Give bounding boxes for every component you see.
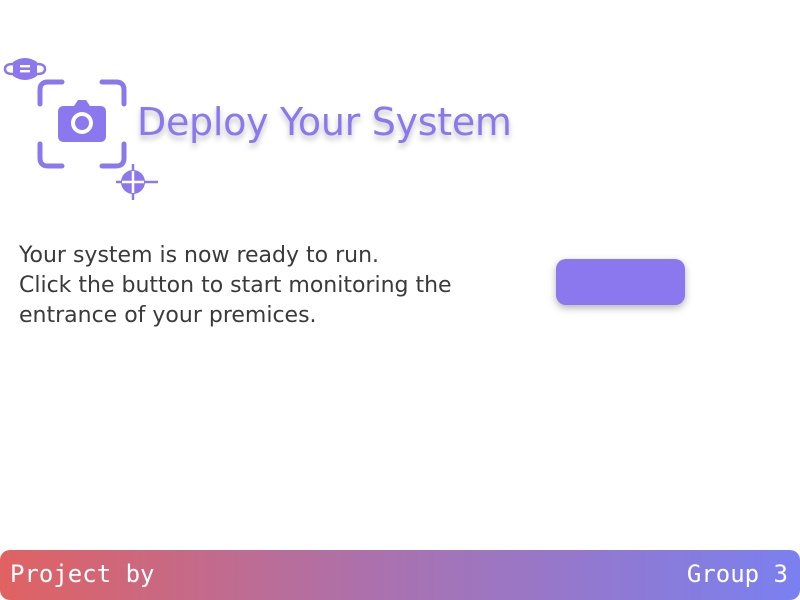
description-line: Click the button to start monitoring the bbox=[19, 273, 452, 298]
description-line: Your system is now ready to run. bbox=[19, 243, 380, 268]
page-title: Deploy Your System bbox=[137, 100, 512, 144]
footer-group-name: Group 3 bbox=[686, 560, 788, 588]
run-system-button[interactable] bbox=[556, 259, 685, 305]
description-line: entrance of your premices. bbox=[19, 303, 317, 328]
footer-credit-label: Project by bbox=[10, 560, 155, 588]
crosshair-icon bbox=[116, 164, 158, 200]
footer-bar: Project by Group 3 bbox=[0, 550, 800, 600]
description: Your system is now ready to run. Click t… bbox=[19, 241, 452, 331]
